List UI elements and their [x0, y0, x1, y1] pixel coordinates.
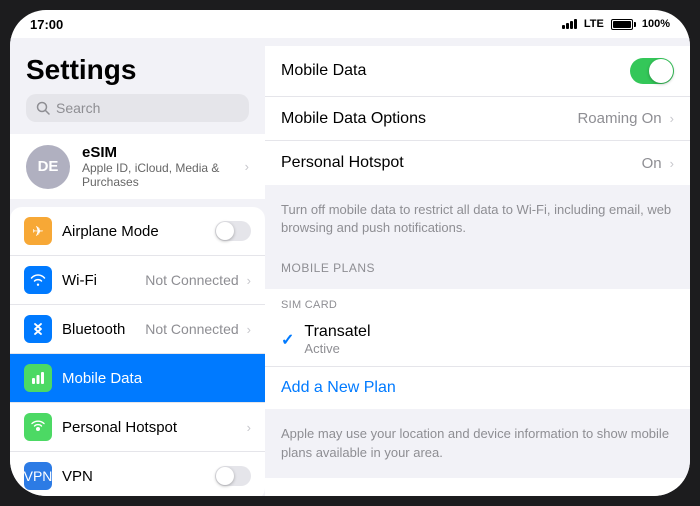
manage-section: Manage Transatel Account... [265, 478, 690, 496]
mobile-data-row[interactable]: Mobile Data [265, 46, 690, 97]
status-bar: 17:00 LTE 100% [10, 10, 690, 38]
manage-account-link[interactable]: Manage Transatel Account... [281, 490, 516, 496]
manage-account-row[interactable]: Manage Transatel Account... [265, 478, 690, 496]
bluetooth-value: Not Connected [145, 321, 238, 337]
sidebar-item-bluetooth[interactable]: Bluetooth Not Connected › [10, 305, 265, 354]
mobile-data-info-text: Turn off mobile data to restrict all dat… [265, 193, 690, 245]
top-settings-section: Mobile Data Mobile Data Options Roaming … [265, 46, 690, 185]
add-plan-info-text: Apple may use your location and device i… [265, 417, 690, 469]
airplane-toggle[interactable] [215, 221, 251, 241]
personal-hotspot-chevron-icon: › [670, 156, 674, 171]
device-frame: 17:00 LTE 100% Settings [10, 10, 690, 496]
profile-subtitle: Apple ID, iCloud, Media & Purchases [82, 161, 229, 189]
bluetooth-icon [24, 315, 52, 343]
mobile-data-options-chevron-icon: › [670, 111, 674, 126]
profile-chevron-icon: › [245, 159, 249, 174]
hotspot-icon [24, 413, 52, 441]
mobiledata-label: Mobile Data [62, 370, 251, 387]
right-panel: Mobile Data Mobile Data Options Roaming … [265, 38, 690, 496]
sim-card-label: SIM Card [265, 289, 690, 313]
mobile-plans-header: MOBILE PLANS [265, 245, 690, 281]
add-plan-row[interactable]: Add a New Plan [265, 367, 690, 409]
battery-icon [611, 19, 636, 30]
sim-status: Active [304, 341, 370, 356]
settings-group-1: ✈ Airplane Mode Wi-Fi N [10, 207, 265, 496]
mobile-data-label: Mobile Data [281, 62, 630, 80]
sim-row[interactable]: ✓ Transatel Active [265, 313, 690, 367]
profile-info: eSIM Apple ID, iCloud, Media & Purchases [82, 144, 229, 189]
status-icons: LTE 100% [562, 18, 670, 30]
vpn-label: VPN [62, 468, 215, 485]
sidebar-item-vpn[interactable]: VPN VPN [10, 452, 265, 496]
sidebar-item-wifi[interactable]: Wi-Fi Not Connected › [10, 256, 265, 305]
bluetooth-chevron-icon: › [247, 322, 251, 337]
sim-name: Transatel [304, 323, 370, 341]
airplane-icon: ✈ [24, 217, 52, 245]
main-content: Settings Search DE eSIM Apple ID, iCloud… [10, 38, 690, 496]
sidebar-item-hotspot[interactable]: Personal Hotspot › [10, 403, 265, 452]
settings-title: Settings [10, 38, 265, 94]
mobile-data-options-value: Roaming On [577, 110, 661, 127]
sidebar-item-mobiledata[interactable]: Mobile Data [10, 354, 265, 403]
profile-name: eSIM [82, 144, 229, 161]
sidebar: Settings Search DE eSIM Apple ID, iCloud… [10, 38, 265, 496]
mobiledata-icon [24, 364, 52, 392]
avatar: DE [26, 145, 70, 189]
mobile-data-options-label: Mobile Data Options [281, 110, 577, 128]
personal-hotspot-row[interactable]: Personal Hotspot On › [265, 141, 690, 185]
wifi-value: Not Connected [145, 272, 238, 288]
airplane-label: Airplane Mode [62, 223, 215, 240]
wifi-icon [24, 266, 52, 294]
hotspot-chevron-icon: › [247, 420, 251, 435]
search-icon [36, 101, 50, 115]
personal-hotspot-value: On [642, 155, 662, 172]
sidebar-item-airplane[interactable]: ✈ Airplane Mode [10, 207, 265, 256]
wifi-chevron-icon: › [247, 273, 251, 288]
search-placeholder: Search [56, 100, 100, 116]
profile-section[interactable]: DE eSIM Apple ID, iCloud, Media & Purcha… [10, 134, 265, 199]
search-bar[interactable]: Search [26, 94, 249, 122]
lte-label: LTE [584, 18, 604, 30]
signal-bars-icon [562, 19, 577, 29]
hotspot-label: Personal Hotspot [62, 419, 243, 436]
add-plan-link[interactable]: Add a New Plan [281, 379, 396, 396]
vpn-toggle[interactable] [215, 466, 251, 486]
sim-info: Transatel Active [304, 323, 370, 356]
personal-hotspot-label: Personal Hotspot [281, 154, 642, 172]
sim-check-icon: ✓ [281, 330, 294, 350]
mobile-data-options-row[interactable]: Mobile Data Options Roaming On › [265, 97, 690, 141]
mobile-data-toggle[interactable] [630, 58, 674, 84]
mobile-plans-section: SIM Card ✓ Transatel Active Add a New Pl… [265, 289, 690, 409]
battery-percent: 100% [642, 18, 670, 30]
status-time: 17:00 [30, 17, 63, 32]
vpn-icon: VPN [24, 462, 52, 490]
bluetooth-label: Bluetooth [62, 321, 145, 338]
wifi-label: Wi-Fi [62, 272, 145, 289]
